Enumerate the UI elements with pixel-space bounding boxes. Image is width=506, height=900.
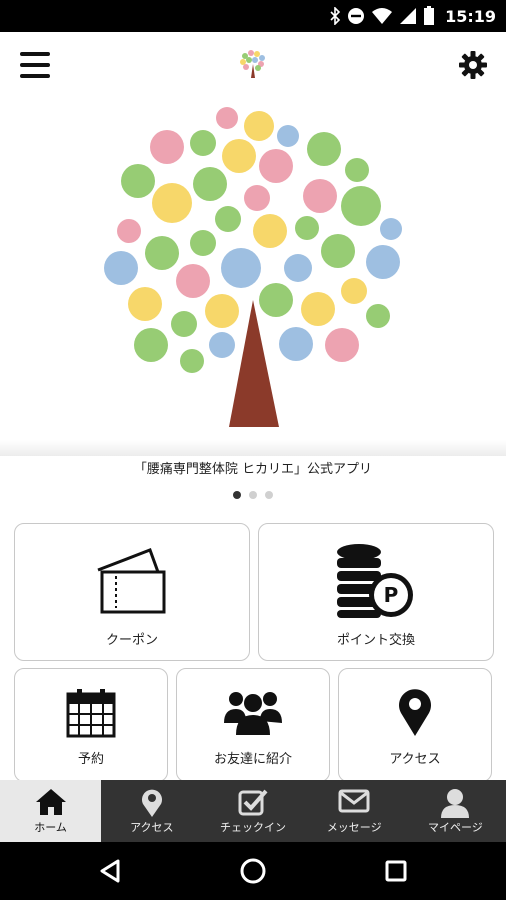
tree-leaf-dot [380,218,402,240]
tree-leaf-dot [215,206,241,232]
tree-leaf-dot [190,230,216,256]
app-header [0,32,506,98]
tree-leaf-dot [279,327,313,361]
tree-leaf-dot [205,294,239,328]
tree-leaf-dot [259,283,293,317]
nav-checkin[interactable]: チェックイン [202,780,303,842]
tree-leaf-dot [301,292,335,326]
svg-text:P: P [384,583,399,607]
hero-caption: 「腰痛専門整体院 ヒカリエ」公式アプリ [133,462,373,477]
tree-illustration [104,107,402,427]
gear-icon[interactable] [458,50,488,80]
tree-leaf-dot [117,219,141,243]
map-pin-icon [399,689,431,736]
nav-access-label: アクセス [130,821,174,834]
reservation-tile[interactable]: 予約 [14,668,168,782]
tree-leaf-dot [366,304,390,328]
tree-leaf-dot [128,287,162,321]
carousel-dot-2[interactable] [249,491,257,499]
tree-leaf-dot [121,164,155,198]
nav-message-label: メッセージ [326,821,382,834]
tree-leaf-dot [222,139,256,173]
tree-leaf-dot [104,251,138,285]
coin-stack-points-icon: P [337,544,413,618]
refer-friend-label: お友達に紹介 [213,752,292,767]
tree-leaf-dot [190,130,216,156]
nav-mypage[interactable]: マイページ [405,780,506,842]
tree-leaf-dot [176,264,210,298]
calendar-icon [66,689,116,738]
point-exchange-label: ポイント交換 [336,633,415,648]
hamburger-menu-icon[interactable] [20,52,50,78]
checkbox-icon [238,789,268,816]
bluetooth-icon [330,7,341,25]
system-navigation-bar [0,842,506,900]
hero-divider [0,440,506,456]
header-logo [240,50,265,78]
nav-home[interactable]: ホーム [0,780,102,842]
tree-leaf-dot [259,149,293,183]
group-people-icon [224,692,282,735]
tree-leaf-dot [216,107,238,129]
nav-mypage-label: マイページ [428,821,483,834]
home-icon [35,789,66,815]
wifi-icon [372,8,393,24]
carousel-dots [0,491,506,499]
back-icon[interactable] [96,856,126,886]
hero-banner[interactable] [0,98,506,453]
access-label: アクセス [389,752,441,767]
tree-leaf-dot [145,236,179,270]
tree-leaf-dot [193,167,227,201]
tree-leaf-dot [180,349,204,373]
nav-home-label: ホーム [34,821,67,834]
status-bar: 15:19 [0,0,506,32]
tree-leaf-dot [321,234,355,268]
tree-leaf-dot [303,179,337,213]
reservation-label: 予約 [77,752,104,767]
nav-checkin-label: チェックイン [220,821,286,834]
tree-leaf-dot [345,158,369,182]
status-icons: 15:19 [329,0,496,32]
nav-message[interactable]: メッセージ [304,780,405,842]
tree-leaf-dot [366,245,400,279]
tree-leaf-dot [277,125,299,147]
tree-leaf-dot [221,248,261,288]
do-not-disturb-icon [348,8,365,24]
battery-icon [424,6,435,25]
tree-leaf-dot [295,216,319,240]
tree-leaf-dot [244,185,270,211]
bottom-navigation: ホーム アクセス チェックイン メッセージ マイページ [0,780,506,842]
tree-leaf-dot [150,130,184,164]
user-icon [441,789,470,818]
carousel-dot-3[interactable] [265,491,273,499]
coupon-tile[interactable]: クーポン [14,523,250,661]
tree-leaf-dot [253,214,287,248]
tree-leaf-dot [244,111,274,141]
nav-access[interactable]: アクセス [101,780,202,842]
recents-icon[interactable] [381,856,411,886]
ticket-icon [97,548,166,614]
tree-leaf-dot [341,278,367,304]
map-pin-icon [141,789,162,817]
tree-leaf-dot [134,328,168,362]
refer-friend-tile[interactable]: お友達に紹介 [176,668,330,782]
status-time: 15:19 [445,6,496,26]
tree-leaf-dot [152,183,192,223]
home-circle-icon[interactable] [238,856,268,886]
tree-leaf-dot [325,328,359,362]
coupon-label: クーポン [105,633,158,648]
access-tile[interactable]: アクセス [338,668,492,782]
envelope-icon [338,789,370,813]
point-exchange-tile[interactable]: P ポイント交換 [258,523,494,661]
tree-leaf-dot [209,332,235,358]
tree-leaf-dot [284,254,312,282]
carousel-dot-1[interactable] [233,491,241,499]
cellular-signal-icon [400,8,417,24]
tree-leaf-dot [341,186,381,226]
tree-leaf-dot [307,132,341,166]
tree-leaf-dot [171,311,197,337]
